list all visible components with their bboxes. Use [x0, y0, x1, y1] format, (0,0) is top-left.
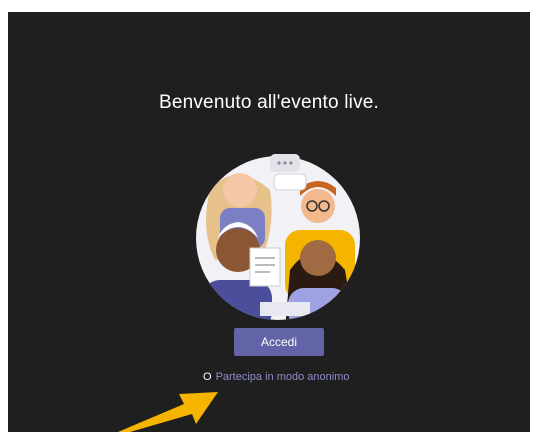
welcome-title: Benvenuto all'evento live. — [158, 92, 380, 113]
signin-button[interactable]: Accedi — [234, 328, 324, 356]
live-event-window: Benvenuto all'evento live. Accedi O Part… — [8, 12, 530, 432]
pointer-arrow-icon — [118, 392, 218, 432]
people-illustration — [196, 154, 360, 320]
join-anonymously-link[interactable]: Partecipa in modo anonimo — [216, 371, 350, 383]
